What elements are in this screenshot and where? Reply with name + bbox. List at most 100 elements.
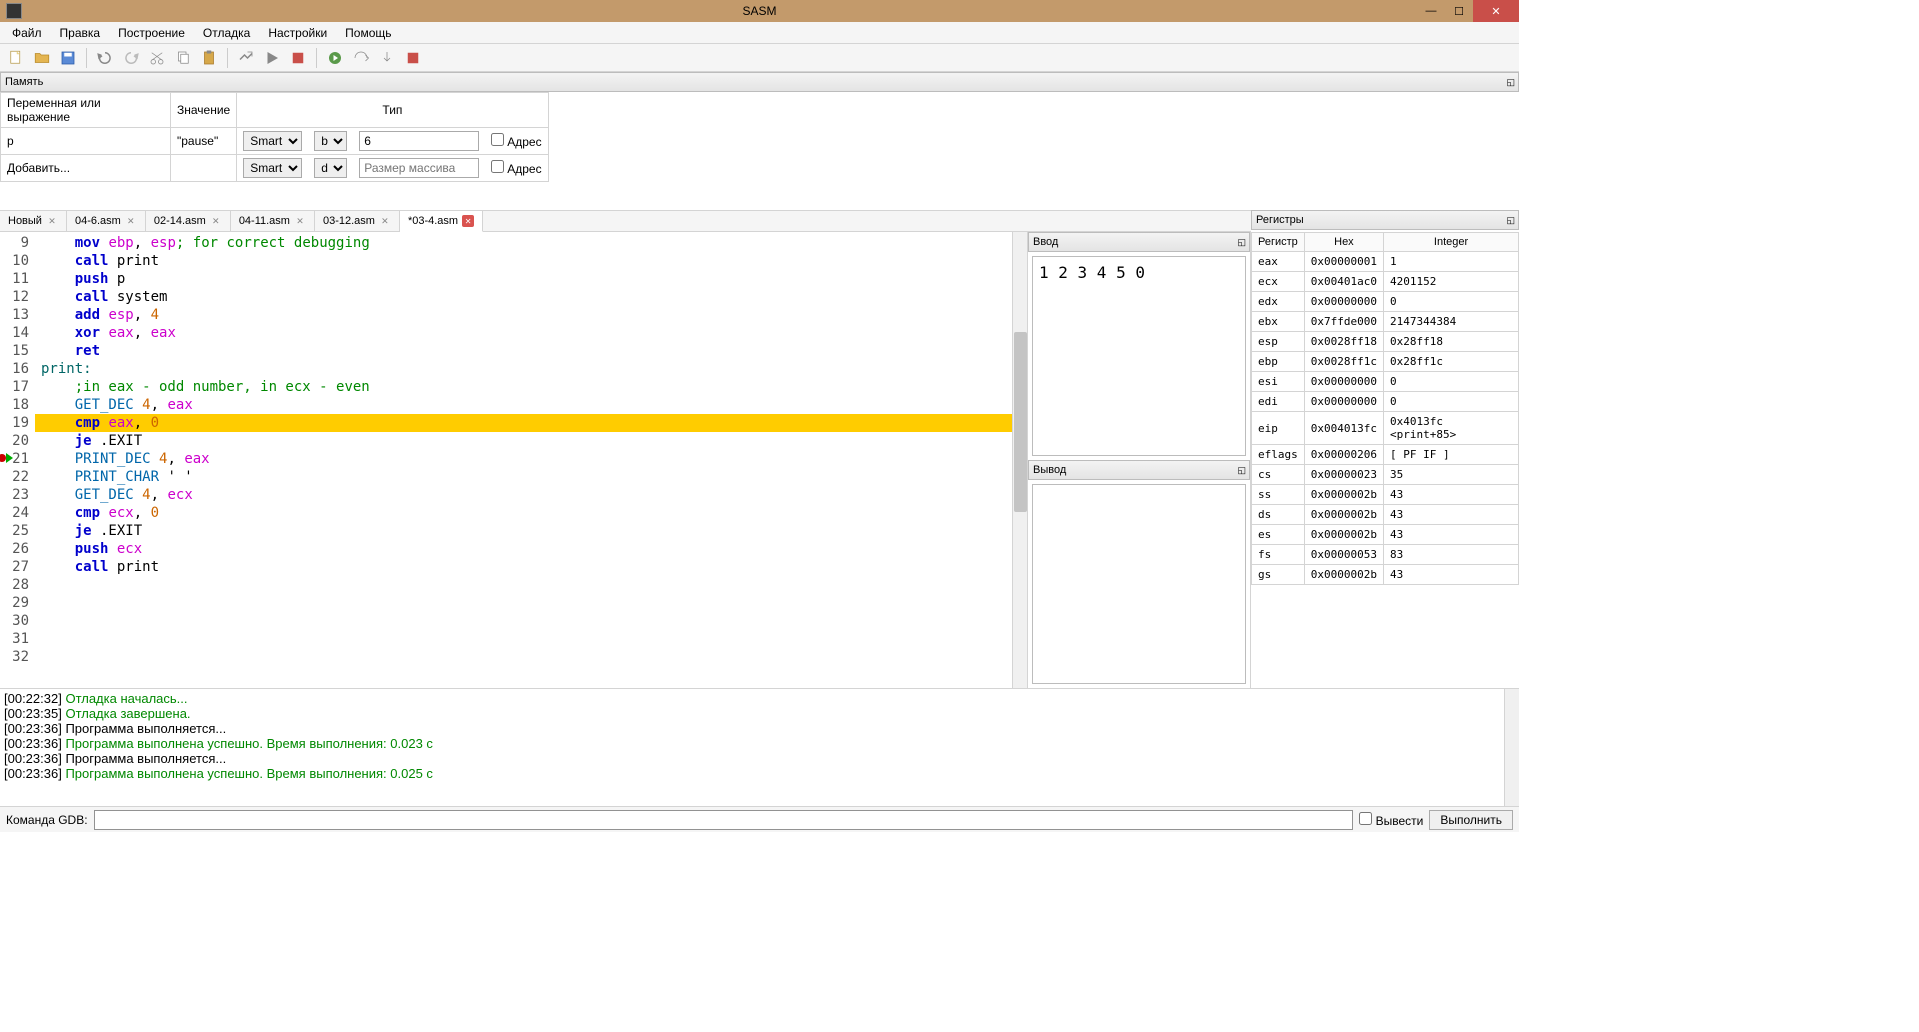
gdb-run-button[interactable]: Выполнить <box>1429 810 1513 830</box>
menu-edit[interactable]: Правка <box>52 24 109 42</box>
menu-help[interactable]: Помощь <box>337 24 399 42</box>
paste-icon[interactable] <box>197 46 221 70</box>
register-reg: edx <box>1252 292 1305 312</box>
window-controls: — ☐ ✕ <box>1417 0 1519 22</box>
tab-close-icon[interactable]: ✕ <box>462 215 474 227</box>
register-int: 1 <box>1384 252 1519 272</box>
run-icon[interactable] <box>260 46 284 70</box>
panel-float-icon[interactable]: ◱ <box>1506 215 1515 226</box>
minimize-button[interactable]: — <box>1417 0 1445 22</box>
vertical-scrollbar[interactable] <box>1012 232 1027 688</box>
io-column: Ввод ◱ 1 2 3 4 5 0 Вывод ◱ <box>1028 232 1251 688</box>
register-reg: ds <box>1252 505 1305 525</box>
maximize-button[interactable]: ☐ <box>1445 0 1473 22</box>
register-row: ebp0x0028ff1c0x28ff1c <box>1252 352 1519 372</box>
tab-close-icon[interactable]: ✕ <box>125 215 137 227</box>
memory-size-input[interactable] <box>359 158 479 178</box>
register-row: esi0x000000000 <box>1252 372 1519 392</box>
tab[interactable]: 03-12.asm✕ <box>315 211 400 231</box>
tab-bar: Новый✕04-6.asm✕02-14.asm✕04-11.asm✕03-12… <box>0 210 1251 232</box>
tab[interactable]: 02-14.asm ✕ <box>146 211 231 231</box>
register-reg: eflags <box>1252 445 1305 465</box>
memory-add-cell[interactable]: Добавить... <box>1 155 171 182</box>
build-icon[interactable] <box>234 46 258 70</box>
memory-table: Переменная или выражение Значение Тип p … <box>0 92 549 182</box>
memory-addr-checkbox[interactable] <box>491 133 504 146</box>
tab[interactable]: 04-11.asm✕ <box>231 211 315 231</box>
tab[interactable]: Новый✕ <box>0 211 67 231</box>
tab-close-icon[interactable]: ✕ <box>294 215 306 227</box>
register-row: ebx0x7ffde0002147344384 <box>1252 312 1519 332</box>
redo-icon[interactable] <box>119 46 143 70</box>
menu-settings[interactable]: Настройки <box>260 24 335 42</box>
memory-col-type: Тип <box>237 93 548 128</box>
code-editor[interactable]: 9101112131415161718192021222324252627282… <box>0 232 1028 688</box>
step-over-icon[interactable] <box>349 46 373 70</box>
tab[interactable]: *03-4.asm ✕ <box>400 211 483 232</box>
tab[interactable]: 04-6.asm✕ <box>67 211 146 231</box>
panel-float-icon[interactable]: ◱ <box>1506 77 1515 88</box>
memory-type-select1[interactable]: Smart <box>243 158 302 178</box>
code-area[interactable]: mov ebp, esp; for correct debugging call… <box>35 232 1012 688</box>
menubar: Файл Правка Построение Отладка Настройки… <box>0 22 1519 44</box>
cut-icon[interactable] <box>145 46 169 70</box>
register-int: 0 <box>1384 392 1519 412</box>
memory-row: p "pause" Smart b Адрес <box>1 128 549 155</box>
save-file-icon[interactable] <box>56 46 80 70</box>
register-row: fs0x0000005383 <box>1252 545 1519 565</box>
register-row: edx0x000000000 <box>1252 292 1519 312</box>
tab-label: *03-4.asm <box>408 215 458 227</box>
step-into-icon[interactable] <box>375 46 399 70</box>
register-hex: 0x00401ac0 <box>1304 272 1383 292</box>
register-reg: esp <box>1252 332 1305 352</box>
tab-close-icon[interactable]: ✕ <box>379 215 391 227</box>
menu-build[interactable]: Построение <box>110 24 193 42</box>
memory-type-select2[interactable]: d <box>314 158 347 178</box>
open-file-icon[interactable] <box>30 46 54 70</box>
debug-stop-icon[interactable] <box>401 46 425 70</box>
register-int: 0x28ff18 <box>1384 332 1519 352</box>
close-button[interactable]: ✕ <box>1473 0 1519 22</box>
panel-float-icon[interactable]: ◱ <box>1237 237 1246 248</box>
main-area: 9101112131415161718192021222324252627282… <box>0 232 1519 688</box>
register-hex: 0x00000000 <box>1304 372 1383 392</box>
debug-start-icon[interactable] <box>323 46 347 70</box>
input-textarea[interactable]: 1 2 3 4 5 0 <box>1032 256 1246 456</box>
copy-icon[interactable] <box>171 46 195 70</box>
memory-addr-checkbox[interactable] <box>491 160 504 173</box>
gdb-bar: Команда GDB: Вывести Выполнить <box>0 806 1519 832</box>
log-line: [00:23:36] Программа выполнена успешно. … <box>4 736 1515 751</box>
memory-row: Добавить... Smart d Адрес <box>1 155 549 182</box>
output-textarea[interactable] <box>1032 484 1246 684</box>
reg-col-hex: Hex <box>1304 233 1383 252</box>
tab-close-icon[interactable]: ✕ <box>46 215 58 227</box>
register-hex: 0x00000000 <box>1304 392 1383 412</box>
memory-type-select1[interactable]: Smart <box>243 131 302 151</box>
gdb-label: Команда GDB: <box>6 813 88 827</box>
tab-close-icon[interactable]: ✕ <box>210 215 222 227</box>
vertical-scrollbar[interactable] <box>1504 689 1519 806</box>
memory-size-input[interactable] <box>359 131 479 151</box>
stop-icon[interactable] <box>286 46 310 70</box>
register-reg: edi <box>1252 392 1305 412</box>
panel-float-icon[interactable]: ◱ <box>1237 465 1246 476</box>
register-hex: 0x0028ff1c <box>1304 352 1383 372</box>
memory-value-cell <box>171 155 237 182</box>
gdb-input[interactable] <box>94 810 1354 830</box>
output-panel-title: Вывод <box>1033 464 1066 476</box>
memory-var-cell[interactable]: p <box>1 128 171 155</box>
registers-table: Регистр Hex Integer eax0x000000011ecx0x0… <box>1251 232 1519 585</box>
memory-type-select2[interactable]: b <box>314 131 347 151</box>
register-int: 0x28ff1c <box>1384 352 1519 372</box>
menu-debug[interactable]: Отладка <box>195 24 258 42</box>
register-int: 43 <box>1384 505 1519 525</box>
gdb-print-checkbox[interactable] <box>1359 812 1372 825</box>
register-int: 35 <box>1384 465 1519 485</box>
new-file-icon[interactable] <box>4 46 28 70</box>
register-int: 0x4013fc <print+85> <box>1384 412 1519 445</box>
register-hex: 0x00000023 <box>1304 465 1383 485</box>
undo-icon[interactable] <box>93 46 117 70</box>
register-row: ecx0x00401ac04201152 <box>1252 272 1519 292</box>
tab-label: 02-14.asm <box>154 215 206 227</box>
menu-file[interactable]: Файл <box>4 24 50 42</box>
